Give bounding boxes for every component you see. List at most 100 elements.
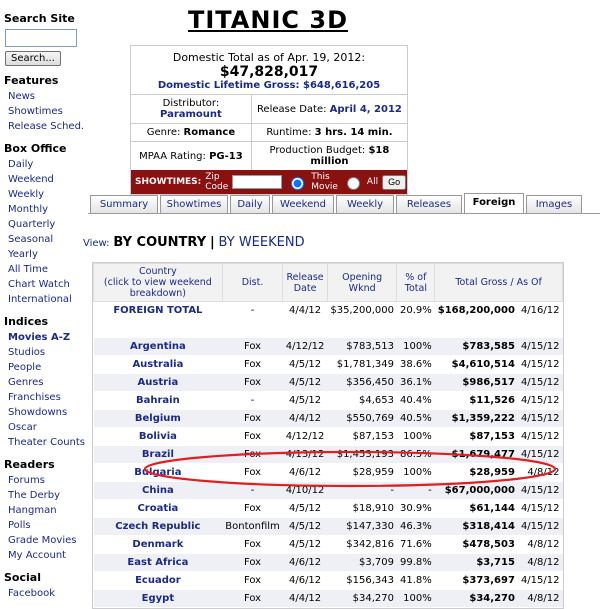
country-link[interactable]: East Africa <box>94 554 223 572</box>
pct-total-cell: 40.5% <box>397 410 435 428</box>
sidebar-item-chart-watch[interactable]: Chart Watch <box>8 277 84 292</box>
total-gross-cell: $61,144 <box>435 500 518 518</box>
all-movies-label: All <box>367 177 378 187</box>
as-of-date-cell: 4/15/12 <box>518 410 563 428</box>
sidebar-item-oscar[interactable]: Oscar <box>8 420 84 435</box>
sidebar-item-monthly[interactable]: Monthly <box>8 202 84 217</box>
release-date-cell: 4/6/12 <box>283 554 328 572</box>
opening-wknd-cell: $550,769 <box>327 410 397 428</box>
country-link[interactable]: Bulgaria <box>94 464 223 482</box>
sidebar-item-showtimes[interactable]: Showtimes <box>8 104 84 119</box>
country-link[interactable]: Bolivia <box>94 428 223 446</box>
opening-wknd-cell: $87,153 <box>327 428 397 446</box>
tab-weekend[interactable]: Weekend <box>272 195 334 213</box>
country-link[interactable]: Austria <box>94 374 223 392</box>
tab-releases[interactable]: Releases <box>396 195 462 213</box>
col-dist: Dist. <box>222 264 283 302</box>
country-link[interactable]: Argentina <box>94 338 223 356</box>
country-link[interactable]: Egypt <box>94 590 223 608</box>
sidebar-item-facebook[interactable]: Facebook <box>8 586 84 601</box>
as-of-date-cell: 4/15/12 <box>518 392 563 410</box>
country-link[interactable]: Bahrain <box>94 392 223 410</box>
sidebar-item-weekend[interactable]: Weekend <box>8 172 84 187</box>
country-link[interactable]: Czech Republic <box>94 518 223 536</box>
tab-images[interactable]: Images <box>526 195 582 213</box>
table-spacer-row <box>94 320 563 338</box>
release-date-cell: 4/5/12 <box>283 500 328 518</box>
as-of-date-cell: 4/8/12 <box>518 590 563 608</box>
country-link[interactable]: FOREIGN TOTAL <box>94 302 223 320</box>
total-gross-cell: $11,526 <box>435 392 518 410</box>
total-gross-cell: $1,359,222 <box>435 410 518 428</box>
country-link[interactable]: Belgium <box>94 410 223 428</box>
pct-total-cell: 41.8% <box>397 572 435 590</box>
sidebar-heading: Social <box>4 571 84 584</box>
sidebar-item-release-sched-[interactable]: Release Sched. <box>8 119 84 134</box>
opening-wknd-cell: $147,330 <box>327 518 397 536</box>
as-of-date-cell: 4/15/12 <box>518 482 563 500</box>
domestic-total-value: $47,828,017 <box>131 64 407 80</box>
tab-weekly[interactable]: Weekly <box>336 195 394 213</box>
col-total-gross: Total Gross / As Of <box>435 264 563 302</box>
view-by-country: BY COUNTRY <box>113 235 206 250</box>
country-link[interactable]: Croatia <box>94 500 223 518</box>
sidebar-item-people[interactable]: People <box>8 360 84 375</box>
country-link[interactable]: China <box>94 482 223 500</box>
sidebar-item-franchises[interactable]: Franchises <box>8 390 84 405</box>
this-movie-radio[interactable] <box>291 177 304 190</box>
pct-total-cell: 46.3% <box>397 518 435 536</box>
sidebar-item-quarterly[interactable]: Quarterly <box>8 217 84 232</box>
as-of-date-cell: 4/15/12 <box>518 356 563 374</box>
release-date-cell: 4/6/12 <box>283 572 328 590</box>
release-date-link[interactable]: April 4, 2012 <box>330 104 402 115</box>
pct-total-cell: 86.5% <box>397 446 435 464</box>
sidebar-item-weekly[interactable]: Weekly <box>8 187 84 202</box>
tab-showtimes[interactable]: Showtimes <box>160 195 228 213</box>
sidebar-list: NewsShowtimesRelease Sched. <box>0 89 84 134</box>
sidebar-item-movies-a-z[interactable]: Movies A-Z <box>8 330 84 345</box>
mpaa-label: MPAA Rating: <box>139 151 206 162</box>
sidebar-item-showdowns[interactable]: Showdowns <box>8 405 84 420</box>
release-date-cell: 4/10/12 <box>283 482 328 500</box>
go-button[interactable]: Go <box>382 175 406 190</box>
all-movies-radio[interactable] <box>347 177 360 190</box>
sidebar-item-international[interactable]: International <box>8 292 84 307</box>
sidebar-heading: Indices <box>4 315 84 328</box>
sidebar-item-seasonal[interactable]: Seasonal <box>8 232 84 247</box>
sidebar-list: Facebook <box>0 586 84 601</box>
release-date-cell: 4/12/12 <box>283 428 328 446</box>
view-by-weekend-link[interactable]: BY WEEKEND <box>219 235 305 250</box>
distributor-link[interactable]: Paramount <box>160 109 222 120</box>
tab-foreign[interactable]: Foreign <box>464 193 524 213</box>
sidebar-item-polls[interactable]: Polls <box>8 518 84 533</box>
sidebar-item-daily[interactable]: Daily <box>8 157 84 172</box>
sidebar-item-studios[interactable]: Studios <box>8 345 84 360</box>
table-row: EcuadorFox4/6/12$156,34341.8%$373,6974/1… <box>94 572 563 590</box>
sidebar-item-all-time[interactable]: All Time <box>8 262 84 277</box>
sidebar-item-genres[interactable]: Genres <box>8 375 84 390</box>
opening-wknd-cell: $28,959 <box>327 464 397 482</box>
sidebar-item-forums[interactable]: Forums <box>8 473 84 488</box>
sidebar-item-my-account[interactable]: My Account <box>8 548 84 563</box>
country-link[interactable]: Denmark <box>94 536 223 554</box>
sidebar-item-news[interactable]: News <box>8 89 84 104</box>
country-link[interactable]: Ecuador <box>94 572 223 590</box>
search-input[interactable] <box>5 29 77 47</box>
country-link[interactable]: Australia <box>94 356 223 374</box>
lifetime-gross-value: $648,616,205 <box>303 80 380 91</box>
table-row: AustraliaFox4/5/12$1,781,34938.6%$4,610,… <box>94 356 563 374</box>
zip-code-input[interactable] <box>232 175 282 189</box>
distributor-cell: Fox <box>222 428 283 446</box>
sidebar-item-hangman[interactable]: Hangman <box>8 503 84 518</box>
distributor-cell: Fox <box>222 356 283 374</box>
sidebar-item-grade-movies[interactable]: Grade Movies <box>8 533 84 548</box>
runtime-value: 3 hrs. 14 min. <box>315 127 393 138</box>
country-link[interactable]: Brazil <box>94 446 223 464</box>
sidebar-item-the-derby[interactable]: The Derby <box>8 488 84 503</box>
sidebar-item-yearly[interactable]: Yearly <box>8 247 84 262</box>
table-row: DenmarkFox4/5/12$342,81671.6%$478,5034/8… <box>94 536 563 554</box>
search-button[interactable]: Search... <box>5 51 61 66</box>
tab-summary[interactable]: Summary <box>90 195 158 213</box>
sidebar-item-theater-counts[interactable]: Theater Counts <box>8 435 84 450</box>
tab-daily[interactable]: Daily <box>230 195 270 213</box>
